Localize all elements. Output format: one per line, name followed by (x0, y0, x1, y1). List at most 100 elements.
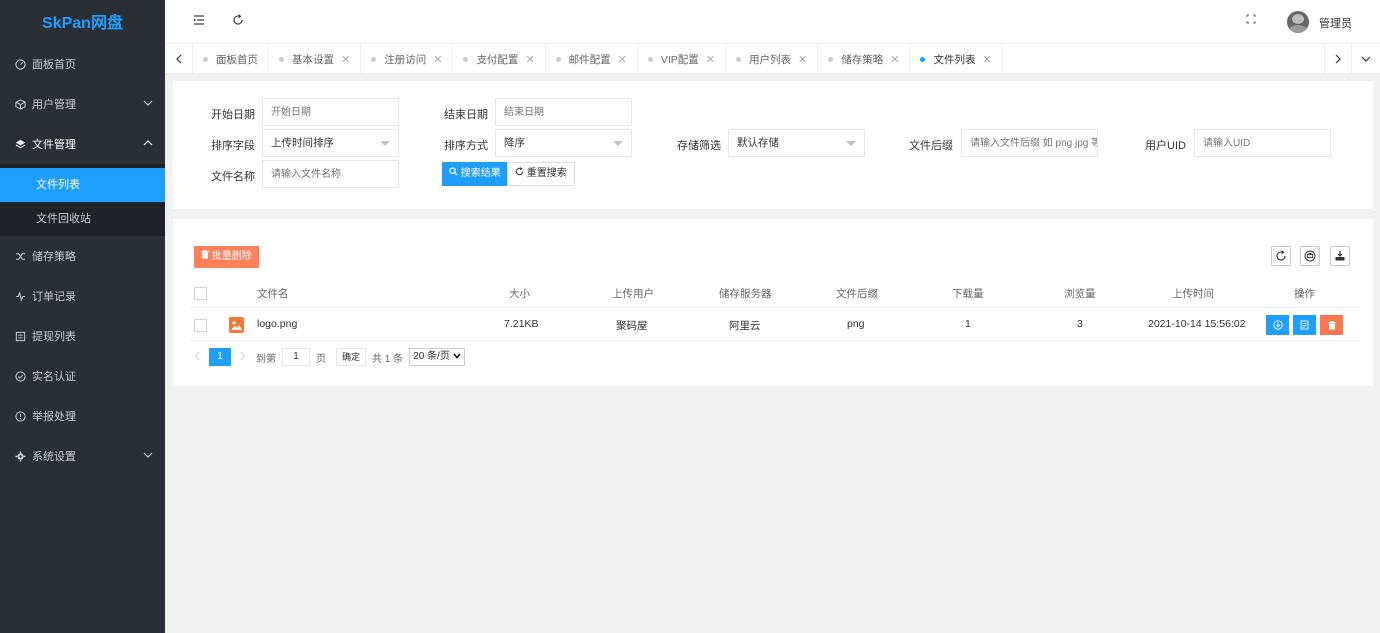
alert-circle-icon (14, 410, 26, 422)
tabs-scroll-left-icon[interactable] (165, 44, 193, 74)
tab-dot (920, 56, 926, 62)
tab-label: 文件列表 (933, 53, 976, 66)
sort-field-label: 排序字段 (211, 140, 255, 152)
divider (190, 307, 1360, 308)
suffix-label: 文件后缀 (909, 140, 953, 152)
sidebar-item-label: 用户管理 (32, 99, 76, 111)
table-refresh-icon[interactable] (1271, 246, 1291, 266)
tab-dashboard[interactable]: 面板首页 (193, 44, 269, 74)
top-header: 管理员 (165, 0, 1380, 44)
batch-delete-button[interactable]: 批量删除 (194, 246, 259, 268)
sidebar-item-label: 实名认证 (32, 371, 76, 383)
tab-storage-policy[interactable]: 储存策略 ✕ (818, 44, 911, 74)
prev-page-icon[interactable] (194, 351, 201, 364)
sidebar-item-orders[interactable]: 订单记录 (0, 276, 165, 316)
tab-mail-config[interactable]: 邮件配置 ✕ (546, 44, 638, 74)
file-name-input[interactable] (262, 160, 399, 188)
sidebar-item-reports[interactable]: 举报处理 (0, 396, 165, 436)
page-size-value: 20 条/页 (413, 351, 450, 362)
start-date-input[interactable] (262, 98, 399, 126)
uid-label: 用户UID (1145, 140, 1186, 152)
column-header-size: 大小 (509, 288, 530, 300)
tab-dot (279, 56, 284, 62)
tab-dot (555, 56, 561, 62)
page-tabs: 面板首页 基本设置 ✕ 注册访问 ✕ 支付配置 ✕ 邮件配置 ✕ VIP配置 ✕ 用户列表… (165, 44, 1380, 74)
sidebar-item-withdrawals[interactable]: 提现列表 (0, 316, 165, 356)
search-button-label: 搜索结果 (460, 168, 501, 179)
end-date-input[interactable] (495, 98, 632, 126)
tabs-scroll-right-icon[interactable] (1324, 44, 1352, 74)
suffix-input[interactable] (961, 129, 1098, 157)
close-icon[interactable]: ✕ (798, 53, 807, 66)
close-icon[interactable]: ✕ (982, 53, 991, 66)
shuffle-icon (14, 250, 26, 262)
sidebar-subitem-file-list[interactable]: 文件列表 (0, 168, 165, 202)
close-icon[interactable]: ✕ (706, 53, 715, 66)
trash-icon (201, 250, 212, 262)
download-button[interactable] (1266, 315, 1289, 335)
delete-button[interactable] (1320, 315, 1343, 335)
cell-user: 聚码屋 (616, 320, 648, 332)
sidebar-item-label: 面板首页 (32, 59, 76, 71)
goto-confirm-button[interactable]: 确定 (336, 348, 367, 366)
search-icon (449, 167, 461, 179)
caret-down-icon (846, 141, 856, 146)
caret-down-icon (613, 141, 623, 146)
column-header-views: 浏览量 (1064, 288, 1096, 300)
total-count: 共 1 条 (372, 353, 404, 365)
fullscreen-icon[interactable] (1246, 14, 1260, 28)
row-checkbox[interactable] (194, 319, 207, 332)
select-all-checkbox[interactable] (194, 287, 207, 300)
column-header-server: 储存服务器 (719, 288, 772, 300)
sort-field-select[interactable]: 上传时间排序 (262, 129, 399, 157)
close-icon[interactable]: ✕ (890, 53, 899, 66)
refresh-icon[interactable] (232, 14, 246, 28)
column-header-time: 上传时间 (1172, 288, 1214, 300)
search-button[interactable]: 搜索结果 (442, 162, 508, 186)
tab-payment-config[interactable]: 支付配置 ✕ (453, 44, 546, 74)
sidebar-subitem-recycle-bin[interactable]: 文件回收站 (0, 202, 165, 236)
close-icon[interactable]: ✕ (525, 53, 534, 66)
sidebar-item-users[interactable]: 用户管理 (0, 84, 165, 124)
sidebar-item-dashboard[interactable]: 面板首页 (0, 44, 165, 84)
goto-page-input[interactable]: 1 (282, 348, 310, 366)
avatar[interactable] (1287, 11, 1309, 33)
reset-button-label: 重置搜索 (526, 168, 567, 179)
tab-dot (647, 56, 653, 62)
close-icon[interactable]: ✕ (433, 53, 442, 66)
start-date-label: 开始日期 (211, 109, 255, 121)
admin-name[interactable]: 管理员 (1319, 15, 1352, 31)
app-logo[interactable]: SkPan网盘 (0, 0, 165, 44)
sort-order-label: 排序方式 (444, 140, 488, 152)
close-icon[interactable]: ✕ (341, 53, 350, 66)
tab-file-list[interactable]: 文件列表 ✕ (910, 44, 1003, 74)
sidebar-item-verification[interactable]: 实名认证 (0, 356, 165, 396)
storage-filter-select[interactable]: 默认存储 (728, 129, 865, 157)
reset-button[interactable]: 重置搜索 (507, 162, 575, 186)
sidebar-item-settings[interactable]: 系统设置 (0, 436, 165, 476)
goto-label: 到第 (256, 353, 276, 365)
sidebar-item-label: 系统设置 (32, 451, 76, 463)
sidebar-item-files[interactable]: 文件管理 (0, 124, 165, 164)
next-page-icon[interactable] (239, 351, 246, 364)
uid-input[interactable] (1194, 129, 1331, 157)
tab-register-access[interactable]: 注册访问 ✕ (361, 44, 454, 74)
menu-toggle-icon[interactable] (193, 14, 207, 28)
dashboard-icon (14, 58, 26, 70)
page-size-select[interactable]: 20 条/页 (409, 348, 465, 366)
cell-name[interactable]: logo.png (257, 318, 297, 330)
caret-down-icon (380, 141, 390, 146)
current-page[interactable]: 1 (209, 348, 231, 366)
export-icon[interactable] (1330, 246, 1350, 266)
details-button[interactable] (1293, 315, 1316, 335)
sidebar-item-storage[interactable]: 储存策略 (0, 236, 165, 276)
chevron-down-icon (453, 349, 461, 365)
tab-dot (463, 56, 469, 62)
tabs-menu-chevron-down-icon[interactable] (1352, 44, 1380, 74)
tab-user-list[interactable]: 用户列表 ✕ (726, 44, 819, 74)
print-icon[interactable] (1300, 246, 1320, 266)
tab-vip-config[interactable]: VIP配置 ✕ (638, 44, 727, 74)
tab-basic-settings[interactable]: 基本设置 ✕ (269, 44, 362, 74)
sort-order-select[interactable]: 降序 (495, 129, 632, 157)
close-icon[interactable]: ✕ (618, 53, 627, 66)
